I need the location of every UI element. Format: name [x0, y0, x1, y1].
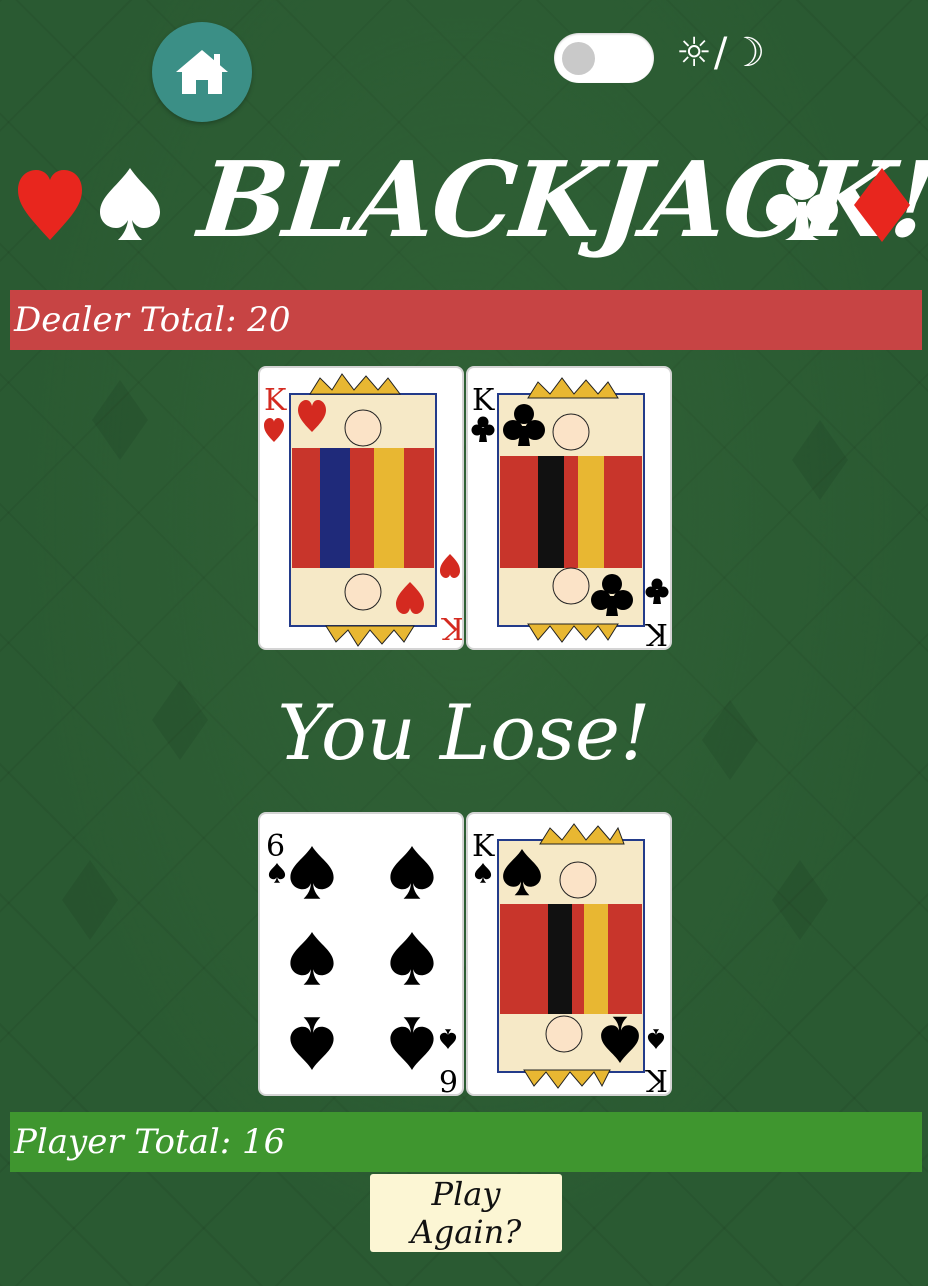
theme-toggle-knob[interactable] — [562, 42, 595, 75]
svg-text:K: K — [441, 610, 464, 645]
svg-text:6: 6 — [266, 829, 285, 864]
svg-text:K: K — [645, 1062, 668, 1096]
svg-text:K: K — [472, 829, 495, 864]
home-button[interactable] — [152, 22, 252, 122]
dealer-card: K K — [466, 366, 672, 650]
dealer-total-bar: Dealer Total: 20 — [10, 290, 922, 350]
svg-text:K: K — [645, 616, 668, 650]
heart-suit-icon — [18, 170, 82, 240]
dealer-total-label: Dealer Total: 20 — [14, 300, 291, 340]
page-title: BLACKJACK! — [193, 138, 928, 261]
svg-text:K: K — [264, 383, 287, 418]
spade-suit-icon — [100, 168, 160, 240]
player-total-label: Player Total: 16 — [14, 1122, 286, 1162]
svg-text:K: K — [472, 383, 495, 418]
home-icon — [176, 50, 228, 94]
player-card: 6 6 — [258, 812, 464, 1096]
svg-text:6: 6 — [439, 1062, 458, 1096]
player-total-bar: Player Total: 16 — [10, 1112, 922, 1172]
dealer-card: K K — [258, 366, 464, 650]
result-message: You Lose! — [277, 688, 651, 777]
club-suit-icon — [766, 168, 838, 240]
theme-toggle-label: ☼/☽ — [676, 30, 768, 76]
theme-toggle[interactable] — [554, 33, 654, 83]
player-card: K K — [466, 812, 672, 1096]
play-again-button[interactable]: Play Again? — [370, 1174, 562, 1252]
diamond-suit-icon — [854, 168, 910, 242]
